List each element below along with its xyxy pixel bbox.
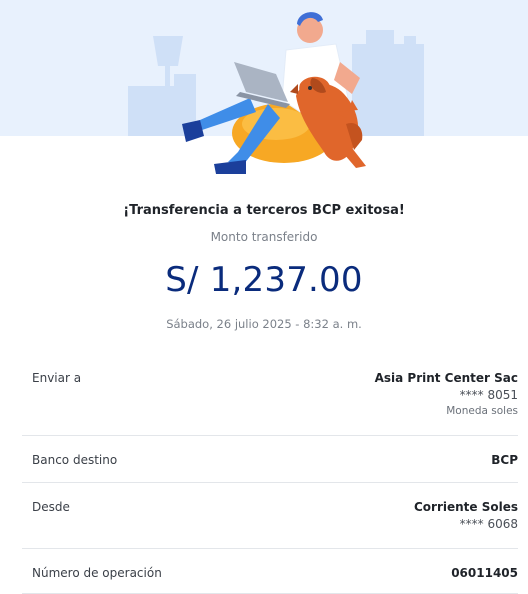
detail-label-send-to: Enviar a: [32, 371, 82, 385]
detail-values-bank: BCP: [491, 453, 518, 467]
source-account-type: Corriente Soles: [413, 500, 518, 514]
detail-label-from: Desde: [32, 500, 70, 514]
recipient-account: **** 8051: [459, 388, 518, 402]
detail-values-from: Corriente Soles **** 6068: [414, 500, 518, 531]
transfer-amount: S/ 1,237.00: [165, 260, 363, 300]
detail-row-send-to: Enviar a Asia Print Center Sac **** 8051…: [22, 350, 518, 436]
transfer-details: Enviar a Asia Print Center Sac **** 8051…: [0, 350, 528, 594]
detail-row-from: Desde Corriente Soles **** 6068: [22, 483, 518, 549]
person-with-dog-illustration: [128, 12, 424, 174]
operation-number: 06011405: [451, 566, 518, 580]
detail-values-operation: 06011405: [451, 566, 518, 580]
detail-label-bank: Banco destino: [32, 453, 118, 467]
recipient-name: Asia Print Center Sac: [374, 371, 518, 385]
success-title: ¡Transferencia a terceros BCP exitosa!: [123, 203, 405, 218]
recipient-currency: Moneda soles: [446, 405, 518, 417]
detail-row-operation: Número de operación 06011405: [22, 549, 518, 594]
transfer-datetime: Sábado, 26 julio 2025 - 8:32 a. m.: [166, 317, 362, 331]
amount-caption: Monto transferido: [210, 230, 318, 244]
source-account-number: **** 6068: [459, 517, 518, 531]
detail-label-operation: Número de operación: [32, 566, 162, 580]
detail-values-send-to: Asia Print Center Sac **** 8051 Moneda s…: [375, 371, 518, 417]
success-illustration: [0, 0, 528, 175]
destination-bank: BCP: [491, 453, 518, 467]
detail-row-bank: Banco destino BCP: [22, 436, 518, 483]
